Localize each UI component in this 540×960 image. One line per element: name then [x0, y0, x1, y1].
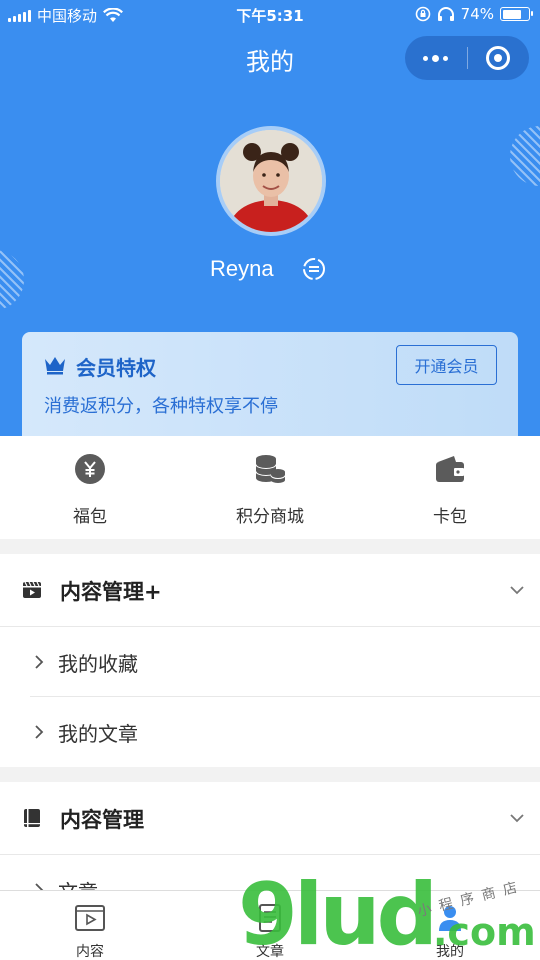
battery-percent: 74%: [460, 5, 494, 23]
member-subtitle: 消费返积分，各种特权享不停: [44, 396, 278, 417]
tab-label: 我的: [436, 944, 464, 960]
yen-coin-icon: [75, 454, 105, 484]
chevron-right-icon: [35, 725, 44, 739]
chevron-down-icon: [510, 586, 524, 595]
video-clapper-icon: [23, 581, 41, 598]
quick-action-fubao[interactable]: 福包: [0, 436, 180, 539]
member-privilege-card: 会员特权 消费返积分，各种特权享不停 开通会员: [22, 332, 518, 436]
quick-action-label: 福包: [73, 507, 107, 527]
bottom-tab-bar: 内容 文章 我的: [0, 890, 540, 960]
chevron-down-icon: [510, 814, 524, 823]
section-title: 内容管理: [60, 808, 144, 832]
menu-item-label: 我的收藏: [58, 652, 138, 676]
more-button[interactable]: [405, 36, 467, 80]
profile-header: 中国移动 下午5:31 74% 我的 Reyna 会员特权 消费返积分，各种特权…: [0, 0, 540, 440]
decorative-circle: [0, 250, 24, 310]
open-membership-button[interactable]: 开通会员: [396, 345, 497, 385]
battery-level: [502, 9, 521, 19]
avatar-photo: [220, 130, 322, 232]
status-bar: 中国移动 下午5:31 74%: [0, 0, 540, 30]
close-mini-program-button[interactable]: [467, 36, 529, 80]
book-icon: [24, 809, 40, 827]
coin-stack-icon: [255, 455, 286, 483]
member-title: 会员特权: [76, 356, 156, 380]
section-header[interactable]: 内容管理+: [0, 554, 540, 627]
chevron-right-icon: [35, 655, 44, 669]
crown-icon: [45, 357, 65, 375]
avatar[interactable]: [216, 126, 326, 236]
tab-articles[interactable]: 文章: [180, 891, 360, 960]
section-content-manage-plus: 内容管理+ 我的收藏 我的文章: [0, 554, 540, 767]
user-icon: [439, 906, 461, 931]
quick-action-points-mall[interactable]: 积分商城: [180, 436, 360, 539]
username: Reyna: [210, 256, 274, 281]
menu-item-my-articles[interactable]: 我的文章: [0, 697, 540, 767]
quick-action-label: 积分商城: [236, 507, 304, 527]
quick-action-label: 卡包: [433, 507, 467, 527]
headphones-icon: [437, 7, 454, 21]
switch-account-icon[interactable]: [302, 257, 326, 281]
menu-item-label: 我的文章: [58, 722, 138, 746]
ellipsis-icon: [423, 54, 449, 62]
section-title: 内容管理+: [60, 580, 162, 604]
battery-icon: [500, 7, 533, 21]
mini-program-capsule: [405, 36, 529, 80]
quick-action-card-wallet[interactable]: 卡包: [360, 436, 540, 539]
menu-item-my-favorites[interactable]: 我的收藏: [0, 627, 540, 697]
tab-label: 内容: [76, 944, 104, 960]
rotation-lock-icon: [415, 6, 430, 22]
decorative-circle: [510, 126, 540, 186]
tab-label: 文章: [256, 944, 284, 960]
section-content-manage: 内容管理 文章: [0, 782, 540, 904]
tab-mine[interactable]: 我的: [360, 891, 540, 960]
document-icon: [259, 904, 281, 932]
tab-content[interactable]: 内容: [0, 891, 180, 960]
video-play-icon: [75, 905, 105, 931]
target-icon: [486, 46, 511, 70]
quick-actions: 福包 积分商城 卡包: [0, 436, 540, 539]
wallet-icon: [436, 456, 464, 482]
section-header[interactable]: 内容管理: [0, 782, 540, 855]
